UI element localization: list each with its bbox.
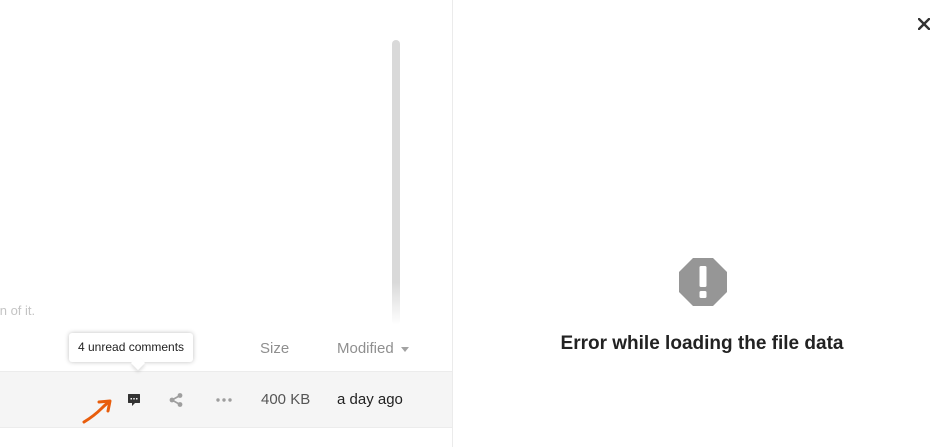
unread-comments-tooltip: 4 unread comments <box>69 333 194 371</box>
warning-octagon-icon <box>679 258 727 306</box>
pane-divider <box>452 0 453 447</box>
comment-icon <box>128 394 140 406</box>
row-divider <box>0 427 452 428</box>
file-size: 400 KB <box>261 391 311 408</box>
share-button[interactable] <box>164 388 188 412</box>
more-actions-button[interactable] <box>212 388 236 412</box>
error-message: Error while loading the file data <box>560 333 844 354</box>
column-header-modified[interactable]: Modified <box>337 340 409 357</box>
column-header-modified-label: Modified <box>337 340 394 357</box>
faded-description-text: tion of it. <box>0 303 36 318</box>
file-modified: a day ago <box>337 391 403 408</box>
scrollbar[interactable] <box>392 40 400 325</box>
file-list-pane: tion of it. Size Modified <box>0 0 452 447</box>
tooltip-arrow <box>130 355 146 371</box>
comments-button[interactable] <box>122 388 146 412</box>
annotation-arrow-icon <box>82 399 112 424</box>
column-header-size[interactable]: Size <box>260 340 289 357</box>
table-row[interactable]: 400 KB a day ago <box>0 372 452 427</box>
sort-caret-icon <box>400 347 409 352</box>
tooltip-text: 4 unread comments <box>78 340 185 354</box>
more-icon <box>216 398 232 402</box>
close-icon <box>918 18 930 30</box>
share-icon <box>169 393 183 407</box>
close-button[interactable] <box>913 13 935 35</box>
